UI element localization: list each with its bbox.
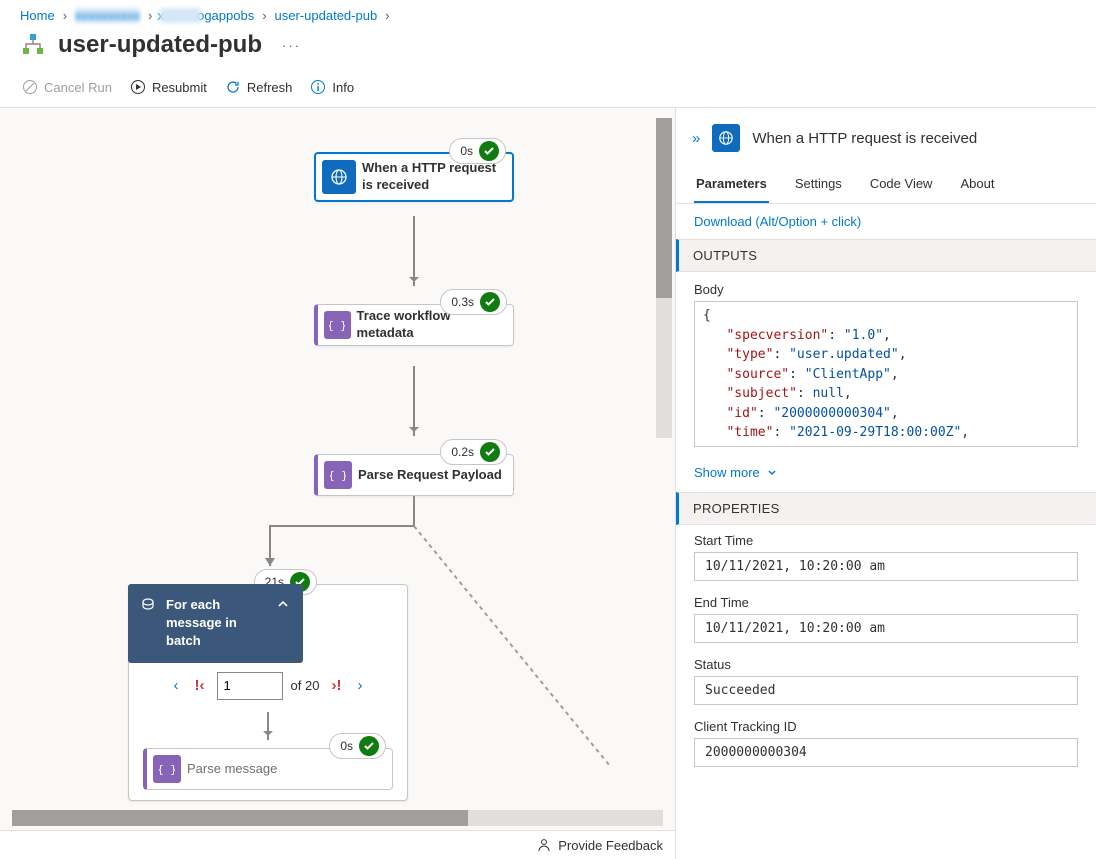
collapse-panel-button[interactable]: »	[692, 130, 700, 147]
toolbar: Cancel Run Resubmit Refresh Info	[0, 71, 1096, 107]
pager-first-fail[interactable]: !‹	[191, 673, 209, 698]
page-title: user-updated-pub	[58, 31, 262, 59]
breadcrumb: Home › xxxxxxxxxx › xxxxxxx-logappobs › …	[0, 0, 1096, 27]
pager-input[interactable]	[217, 672, 283, 700]
prop-status: Status Succeeded	[694, 657, 1078, 705]
info-icon	[310, 79, 326, 95]
designer-canvas[interactable]: 0s When a HTTP request is received 0.3s …	[0, 108, 676, 859]
svg-text:{ }: { }	[159, 763, 175, 776]
properties-header: PROPERTIES	[676, 492, 1096, 525]
prop-start-time: Start Time 10/11/2021, 10:20:00 am	[694, 533, 1078, 581]
node-label: For each message in batch	[166, 596, 265, 651]
tab-about[interactable]: About	[958, 170, 996, 203]
check-icon	[480, 292, 500, 312]
info-button[interactable]: Info	[310, 79, 354, 95]
node-for-each[interactable]: 21s For each message in batch ‹ !‹ of 20…	[128, 584, 408, 801]
tab-settings[interactable]: Settings	[793, 170, 844, 203]
for-each-header[interactable]: For each message in batch	[128, 584, 303, 663]
http-icon	[322, 160, 356, 194]
loop-icon	[140, 596, 156, 612]
chevron-right-icon: ›	[385, 8, 389, 23]
chevron-right-icon: ›	[63, 8, 67, 23]
person-icon	[536, 837, 552, 853]
pager-next-fail[interactable]: ›!	[327, 673, 345, 698]
breadcrumb-sub[interactable]: xxxxxxxxxx	[75, 8, 140, 23]
pager-prev[interactable]: ‹	[170, 673, 183, 698]
iteration-pager: ‹ !‹ of 20 ›! ›	[129, 662, 407, 710]
svg-text:{ }: { }	[329, 319, 345, 332]
pager-next[interactable]: ›	[353, 673, 366, 698]
braces-icon: { }	[153, 755, 181, 783]
refresh-icon	[225, 79, 241, 95]
logic-app-icon	[20, 32, 46, 58]
prop-value[interactable]: Succeeded	[694, 676, 1078, 705]
horizontal-scrollbar[interactable]	[12, 810, 663, 826]
outputs-header: OUTPUTS	[676, 239, 1096, 272]
page-title-row: user-updated-pub ···	[0, 27, 1096, 71]
http-icon	[712, 124, 740, 152]
node-http-trigger[interactable]: 0s When a HTTP request is received	[314, 152, 514, 202]
node-label: Parse Request Payload	[358, 467, 512, 484]
resubmit-button[interactable]: Resubmit	[130, 79, 207, 95]
chevron-right-icon: ›	[148, 8, 152, 23]
details-title: When a HTTP request is received	[752, 130, 977, 147]
status-badge: 0s	[449, 138, 506, 164]
body-label: Body	[694, 282, 1078, 297]
check-icon	[359, 736, 379, 756]
resubmit-icon	[130, 79, 146, 95]
prop-value[interactable]: 2000000000304	[694, 738, 1078, 767]
pager-total: of 20	[291, 678, 320, 693]
refresh-button[interactable]: Refresh	[225, 79, 293, 95]
show-more-link[interactable]: Show more	[676, 453, 1096, 492]
check-icon	[479, 141, 499, 161]
status-badge: 0s	[329, 733, 386, 759]
connector-arrow	[413, 366, 415, 436]
feedback-bar: Provide Feedback	[0, 830, 675, 859]
tab-parameters[interactable]: Parameters	[694, 170, 769, 203]
node-parse-message[interactable]: 0s { } Parse message	[143, 748, 393, 790]
outputs-body-json[interactable]: { "specversion": "1.0", "type": "user.up…	[694, 301, 1078, 447]
breadcrumb-logapp[interactable]: xxxxxxx-logappobs	[160, 8, 254, 23]
node-parse-payload[interactable]: 0.2s { } Parse Request Payload	[314, 454, 514, 496]
details-tabs: Parameters Settings Code View About	[676, 160, 1096, 204]
vertical-scrollbar[interactable]	[656, 118, 672, 438]
braces-icon: { }	[324, 311, 351, 339]
braces-icon: { }	[324, 461, 352, 489]
connector-arrow	[413, 216, 415, 286]
breadcrumb-workflow[interactable]: user-updated-pub	[275, 8, 378, 23]
download-link[interactable]: Download (Alt/Option + click)	[676, 204, 1096, 239]
cancel-icon	[22, 79, 38, 95]
chevron-right-icon: ›	[262, 8, 266, 23]
prop-client-tracking-id: Client Tracking ID 2000000000304	[694, 719, 1078, 767]
more-menu-button[interactable]: ···	[274, 34, 309, 57]
details-panel: » When a HTTP request is received Parame…	[676, 108, 1096, 859]
chevron-down-icon	[766, 467, 778, 479]
node-label: When a HTTP request is received	[362, 160, 512, 194]
cancel-run-button: Cancel Run	[22, 79, 112, 95]
provide-feedback-button[interactable]: Provide Feedback	[536, 837, 663, 853]
status-badge: 0.3s	[440, 289, 507, 315]
node-label: Parse message	[187, 761, 277, 776]
svg-text:{ }: { }	[330, 469, 346, 482]
chevron-up-icon[interactable]	[275, 596, 291, 612]
prop-value[interactable]: 10/11/2021, 10:20:00 am	[694, 552, 1078, 581]
prop-value[interactable]: 10/11/2021, 10:20:00 am	[694, 614, 1078, 643]
status-badge: 0.2s	[440, 439, 507, 465]
tab-codeview[interactable]: Code View	[868, 170, 935, 203]
check-icon	[480, 442, 500, 462]
breadcrumb-home[interactable]: Home	[20, 8, 55, 23]
prop-end-time: End Time 10/11/2021, 10:20:00 am	[694, 595, 1078, 643]
node-trace-metadata[interactable]: 0.3s { } Trace workflow metadata	[314, 304, 514, 346]
